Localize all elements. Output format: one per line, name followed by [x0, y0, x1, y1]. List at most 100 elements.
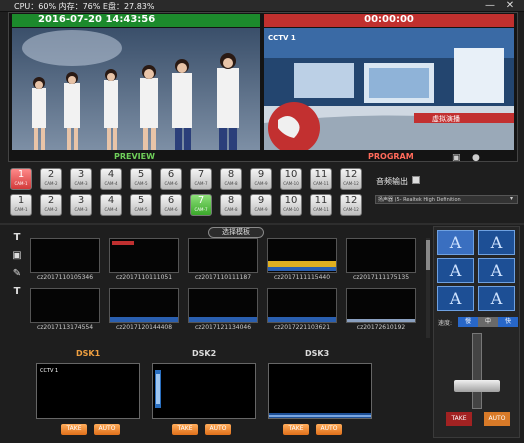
program-cam-button-6[interactable]: 6 CAM-6 [160, 168, 182, 190]
program-cam-button-9[interactable]: 9 CAM-9 [250, 168, 272, 190]
preview-screen[interactable] [12, 28, 260, 150]
cam-sublabel: CAM-4 [104, 207, 118, 212]
speed-slow-button[interactable]: 慢 [458, 317, 478, 327]
auto-button[interactable]: AUTO [484, 412, 510, 426]
transition-effect-5[interactable]: A [437, 286, 474, 311]
cam-number: 5 [137, 169, 145, 180]
cam-sublabel: CAM-9 [254, 207, 268, 212]
select-template-button[interactable]: 选择模板 [208, 227, 264, 238]
speed-label: 速度: [438, 320, 453, 327]
edit-tool-icon[interactable]: ✎ [10, 268, 24, 282]
dsk3-take-button[interactable]: TAKE [283, 424, 309, 435]
program-cam-button-10[interactable]: 10 CAM-10 [280, 168, 302, 190]
snapshot-icon[interactable]: ▣ [452, 153, 461, 163]
cam-number: 5 [137, 195, 145, 206]
program-cam-row: 1 CAM-1 2 CAM-2 3 CAM-3 4 CAM-4 5 CAM-5 6 CAM-6 7 CAM… [10, 168, 370, 190]
program-cam-button-8[interactable]: 8 CAM-8 [220, 168, 242, 190]
template-name: cz2017221103621 [273, 324, 331, 331]
template-grid: cz2017110105346 cz2017110111051 cz20171101… [30, 238, 425, 338]
preview-cam-button-10[interactable]: 10 CAM-10 [280, 194, 302, 216]
dsk2-screen[interactable] [152, 363, 256, 419]
transition-effect-6[interactable]: A [478, 286, 515, 311]
cam-number: 3 [77, 195, 85, 206]
template-scrollbar[interactable] [426, 238, 430, 338]
program-cam-button-3[interactable]: 3 CAM-3 [70, 168, 92, 190]
template-item[interactable]: cz2017110111187 [188, 238, 258, 281]
program-cam-button-2[interactable]: 2 CAM-2 [40, 168, 62, 190]
take-button[interactable]: TAKE [446, 412, 472, 426]
template-thumbnail [30, 288, 100, 323]
dsk1-logo: CCTV 1 [40, 368, 58, 374]
scrollbar-thumb[interactable] [426, 240, 430, 270]
dsk2-auto-button[interactable]: AUTO [205, 424, 231, 435]
preview-cam-button-4[interactable]: 4 CAM-4 [100, 194, 122, 216]
preview-cam-button-11[interactable]: 11 CAM-11 [310, 194, 332, 216]
record-icon[interactable]: ● [472, 153, 480, 163]
minimize-icon[interactable]: — [484, 0, 496, 11]
close-icon[interactable]: ✕ [504, 0, 516, 11]
transition-effect-2[interactable]: A [478, 230, 515, 255]
dsk3-label: DSK3 [305, 349, 330, 358]
preview-cam-button-8[interactable]: 8 CAM-8 [220, 194, 242, 216]
dsk1-auto-button[interactable]: AUTO [94, 424, 120, 435]
text-style-tool-icon[interactable]: T [10, 286, 24, 300]
cam-number: 7 [197, 195, 205, 206]
speed-fast-button[interactable]: 快 [498, 317, 518, 327]
cam-sublabel: CAM-2 [44, 207, 58, 212]
dsk1-screen[interactable]: CCTV 1 [36, 363, 140, 419]
template-item[interactable]: cz2017113174554 [30, 288, 100, 331]
audio-device-select[interactable]: 扬声器 (5- Realtek High Definition [375, 195, 518, 204]
preview-cam-button-3[interactable]: 3 CAM-3 [70, 194, 92, 216]
cam-sublabel: CAM-7 [194, 181, 208, 186]
program-cam-button-7[interactable]: 7 CAM-7 [190, 168, 212, 190]
t-bar-handle[interactable] [454, 380, 500, 392]
cam-number: 4 [107, 169, 115, 180]
template-item[interactable]: cz2017120144408 [109, 288, 179, 331]
transition-effect-3[interactable]: A [437, 258, 474, 283]
chevron-down-icon[interactable]: ▾ [510, 195, 513, 202]
cam-sublabel: CAM-6 [164, 207, 178, 212]
resource-usage: CPU：60% 内存：76% E盘：27.83% [14, 2, 155, 11]
template-item[interactable]: cz2017111115440 [267, 238, 337, 281]
text-tool-icon[interactable]: T [10, 232, 24, 246]
template-item[interactable]: cz2017121134046 [188, 288, 258, 331]
cam-sublabel: CAM-11 [313, 181, 329, 186]
program-screen[interactable]: 虚拟演播 CCTV 1 [264, 28, 514, 150]
cam-sublabel: CAM-11 [313, 207, 329, 212]
dsk3-screen[interactable] [268, 363, 372, 419]
transition-effect-4[interactable]: A [478, 258, 515, 283]
preview-cam-button-6[interactable]: 6 CAM-6 [160, 194, 182, 216]
cam-number: 12 [344, 195, 358, 206]
template-item[interactable]: cz2017110105346 [30, 238, 100, 281]
template-item[interactable]: cz2017221103621 [267, 288, 337, 331]
template-item[interactable]: cz20172610192 [346, 288, 416, 331]
status-bar: CPU：60% 内存：76% E盘：27.83% — ✕ [0, 0, 524, 12]
program-cam-button-5[interactable]: 5 CAM-5 [130, 168, 152, 190]
template-item[interactable]: cz2017110111051 [109, 238, 179, 281]
preview-cam-button-1[interactable]: 1 CAM-1 [10, 194, 32, 216]
program-cam-button-1[interactable]: 1 CAM-1 [10, 168, 32, 190]
preview-cam-button-7[interactable]: 7 CAM-7 [190, 194, 212, 216]
program-cam-button-11[interactable]: 11 CAM-11 [310, 168, 332, 190]
cam-number: 9 [257, 195, 265, 206]
cam-sublabel: CAM-8 [224, 207, 238, 212]
preview-cam-button-12[interactable]: 12 CAM-12 [340, 194, 362, 216]
preview-cam-button-5[interactable]: 5 CAM-5 [130, 194, 152, 216]
preview-cam-button-9[interactable]: 9 CAM-9 [250, 194, 272, 216]
dsk3-auto-button[interactable]: AUTO [316, 424, 342, 435]
dsk1-take-button[interactable]: TAKE [61, 424, 87, 435]
template-item[interactable]: cz2017111175135 [346, 238, 416, 281]
template-name: cz2017110111051 [115, 274, 173, 281]
image-tool-icon[interactable]: ▣ [10, 250, 24, 264]
speed-medium-button[interactable]: 中 [478, 317, 498, 327]
template-thumbnail [346, 238, 416, 273]
preview-cam-button-2[interactable]: 2 CAM-2 [40, 194, 62, 216]
transition-effect-1[interactable]: A [437, 230, 474, 255]
cam-number: 11 [314, 195, 328, 206]
program-cam-button-12[interactable]: 12 CAM-12 [340, 168, 362, 190]
program-cam-button-4[interactable]: 4 CAM-4 [100, 168, 122, 190]
audio-output-checkbox[interactable] [412, 176, 420, 184]
dsk2-take-button[interactable]: TAKE [172, 424, 198, 435]
template-name: cz2017121134046 [194, 324, 252, 331]
cam-sublabel: CAM-12 [343, 181, 359, 186]
